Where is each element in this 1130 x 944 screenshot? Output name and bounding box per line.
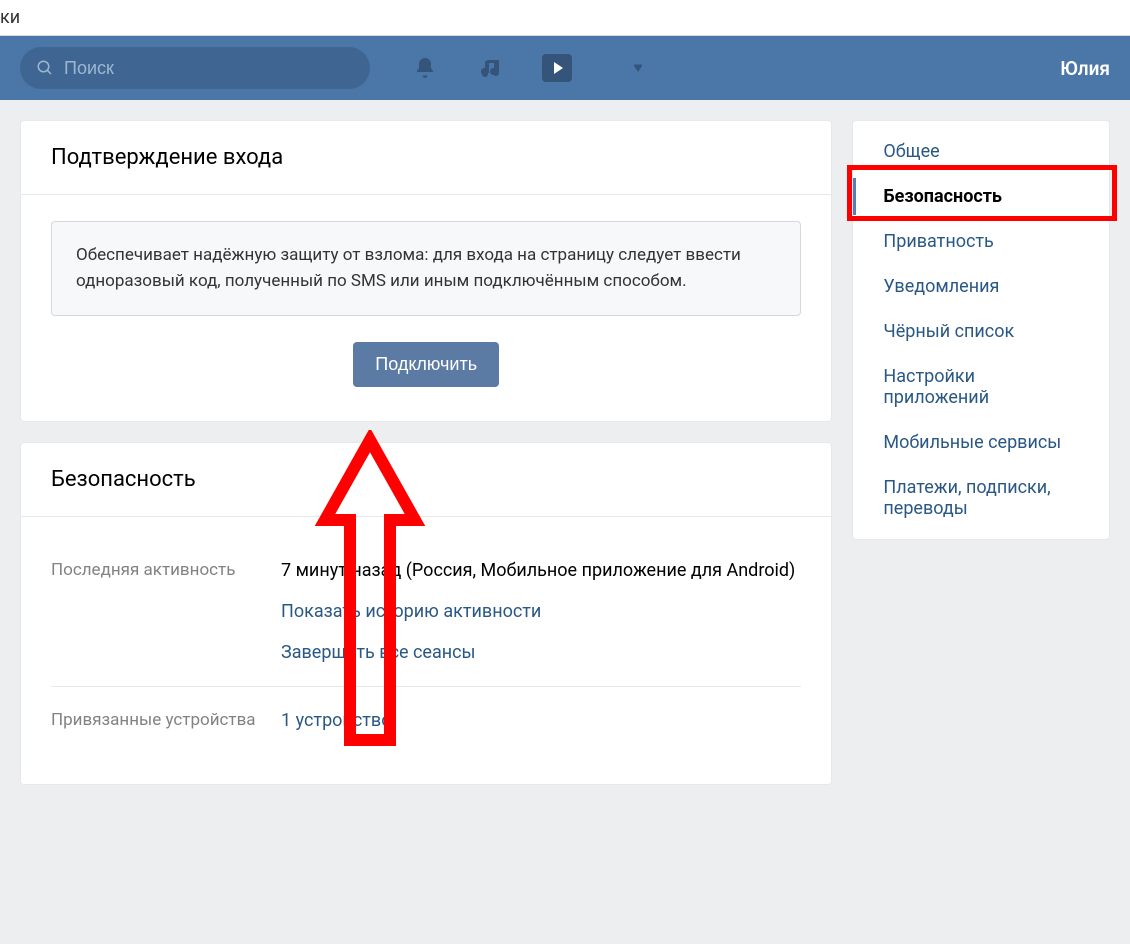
play-icon [542, 54, 572, 82]
devices-row: Привязанные устройства 1 устройство [51, 687, 801, 754]
sidebar-item-label: Чёрный список [883, 321, 1014, 342]
top-icons [410, 53, 644, 83]
sidebar-item-app-settings[interactable]: Настройки приложений [853, 354, 1109, 420]
sidebar-item-label: Приватность [883, 231, 993, 252]
sidebar-item-label: Платежи, подписки, переводы [883, 477, 1050, 519]
sidebar-item-label: Мобильные сервисы [883, 432, 1061, 453]
sidebar-item-general[interactable]: Общее [853, 129, 1109, 174]
page-body: Подтверждение входа Обеспечивает надёжну… [0, 100, 1130, 944]
sidebar-item-security[interactable]: Безопасность [853, 174, 1109, 219]
search-icon [36, 59, 54, 77]
devices-link[interactable]: 1 устройство [281, 707, 391, 734]
caret-down-icon [634, 55, 642, 81]
top-bar: Юлия [0, 36, 1130, 100]
connect-button[interactable]: Подключить [353, 342, 499, 387]
end-sessions-link[interactable]: Завершить все сеансы [281, 639, 476, 666]
main-column: Подтверждение входа Обеспечивает надёжну… [20, 120, 832, 785]
security-card: Безопасность Последняя активность 7 мину… [20, 442, 832, 785]
sidebar-item-notifications[interactable]: Уведомления [853, 264, 1109, 309]
search-box[interactable] [20, 47, 370, 89]
last-activity-label: Последняя активность [51, 557, 281, 666]
sidebar-item-payments[interactable]: Платежи, подписки, переводы [853, 465, 1109, 531]
sidebar-item-label: Общее [883, 141, 939, 162]
tab-fragment-text: ки [0, 7, 20, 28]
security-title: Безопасность [21, 443, 831, 517]
search-input[interactable] [64, 58, 354, 79]
devices-label: Привязанные устройства [51, 707, 281, 734]
video-button[interactable] [542, 53, 572, 83]
sidebar-item-blacklist[interactable]: Чёрный список [853, 309, 1109, 354]
sidebar-item-label: Безопасность [883, 186, 1002, 207]
bell-icon [413, 56, 437, 80]
confirmation-title: Подтверждение входа [21, 121, 831, 195]
sidebar-item-label: Уведомления [883, 276, 999, 297]
sidebar-item-label: Настройки приложений [883, 366, 989, 408]
sidebar-item-mobile[interactable]: Мобильные сервисы [853, 420, 1109, 465]
confirmation-card: Подтверждение входа Обеспечивает надёжну… [20, 120, 832, 422]
settings-sidebar: Общее Безопасность Приватность Уведомлен… [852, 120, 1110, 540]
sidebar-item-privacy[interactable]: Приватность [853, 219, 1109, 264]
last-activity-row: Последняя активность 7 минут назад (Росс… [51, 537, 801, 687]
music-button[interactable] [476, 53, 506, 83]
notifications-button[interactable] [410, 53, 440, 83]
last-activity-value: 7 минут назад (Россия, Мобильное приложе… [281, 557, 801, 584]
confirmation-info-box: Обеспечивает надёжную защиту от взлома: … [51, 221, 801, 316]
browser-tab-strip: ки [0, 0, 1130, 36]
dropdown-caret-button[interactable] [632, 55, 644, 81]
show-history-link[interactable]: Показать историю активности [281, 598, 541, 625]
music-icon [479, 56, 503, 80]
user-name[interactable]: Юлия [1060, 57, 1110, 80]
